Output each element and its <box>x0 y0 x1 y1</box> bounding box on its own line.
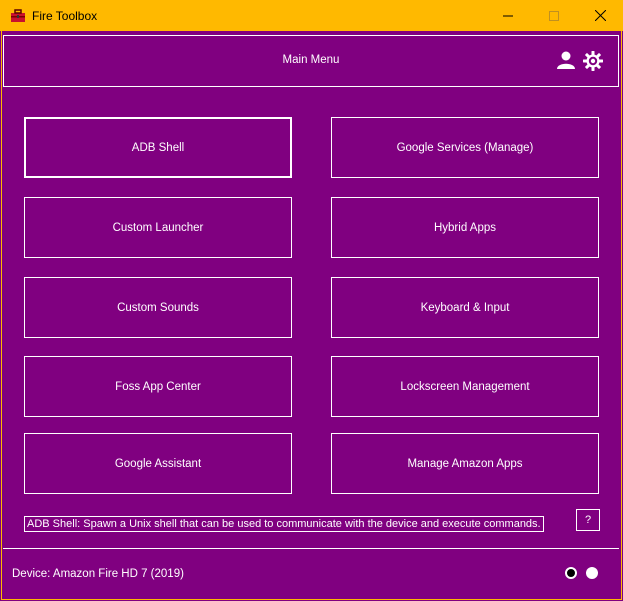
close-button[interactable] <box>577 0 623 31</box>
lockscreen-management-button[interactable]: Lockscreen Management <box>331 356 599 417</box>
foss-app-center-button[interactable]: Foss App Center <box>24 356 292 417</box>
user-icon[interactable] <box>556 50 576 70</box>
page-indicator-2[interactable] <box>586 567 598 579</box>
hybrid-apps-button[interactable]: Hybrid Apps <box>331 197 599 258</box>
gear-icon[interactable] <box>582 50 604 72</box>
google-assistant-button[interactable]: Google Assistant <box>24 433 292 494</box>
custom-sounds-button[interactable]: Custom Sounds <box>24 277 292 338</box>
page-indicator-1[interactable] <box>565 567 577 579</box>
toolbox-icon <box>10 9 26 23</box>
help-button[interactable]: ? <box>576 509 600 531</box>
keyboard-input-button[interactable]: Keyboard & Input <box>331 277 599 338</box>
title-bar: Fire Toolbox <box>0 0 623 31</box>
maximize-icon <box>549 10 559 21</box>
google-services-button[interactable]: Google Services (Manage) <box>331 117 599 178</box>
adb-shell-button[interactable]: ADB Shell <box>24 117 292 178</box>
minimize-button[interactable] <box>485 0 531 31</box>
minimize-icon <box>503 15 513 16</box>
description-label: ADB Shell: Spawn a Unix shell that can b… <box>24 516 544 532</box>
window-title: Fire Toolbox <box>32 9 98 23</box>
maximize-button[interactable] <box>531 0 577 31</box>
manage-amazon-apps-button[interactable]: Manage Amazon Apps <box>331 433 599 494</box>
close-icon <box>594 10 606 21</box>
page-title: Main Menu <box>282 54 340 66</box>
custom-launcher-button[interactable]: Custom Launcher <box>24 197 292 258</box>
header-panel: Main Menu <box>3 35 619 87</box>
device-label: Device: Amazon Fire HD 7 (2019) <box>12 568 184 580</box>
